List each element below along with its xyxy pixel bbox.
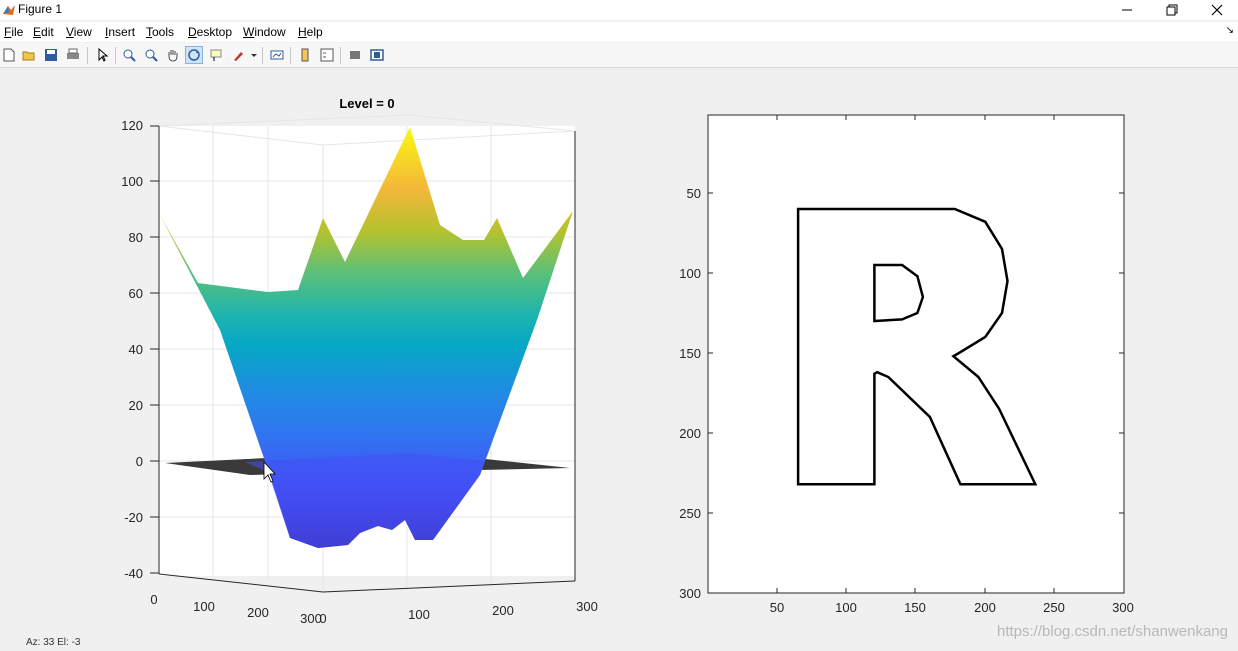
pan-button[interactable] xyxy=(164,46,182,64)
surface-plot-title: Level = 0 xyxy=(339,96,394,111)
contour-x-tick-label: 100 xyxy=(835,600,857,615)
new-figure-button[interactable] xyxy=(0,46,18,64)
toolbar-separator xyxy=(115,47,116,64)
contour-y-tick-label: 300 xyxy=(679,586,701,601)
close-icon xyxy=(1211,4,1223,16)
z-tick-label: 0 xyxy=(136,454,143,469)
watermark: https://blog.csdn.net/shanwenkang xyxy=(997,623,1228,640)
menu-bar: File Edit View Insert Tools Desktop Wind… xyxy=(0,22,1238,42)
y-tick-labels: 0 100 200 300 xyxy=(319,599,597,626)
contour-x-tick-label: 200 xyxy=(974,600,996,615)
title-bar: Figure 1 xyxy=(0,0,1238,20)
z-tick-label: 60 xyxy=(129,286,143,301)
y-tick-label: 300 xyxy=(576,599,598,614)
y-tick-label: 0 xyxy=(319,611,326,626)
z-tick-label: 100 xyxy=(121,174,143,189)
toolbar-separator xyxy=(262,47,263,64)
minimize-icon xyxy=(1122,9,1132,11)
print-icon xyxy=(67,48,79,59)
contour-y-tick-label: 250 xyxy=(679,506,701,521)
z-tick-label: 80 xyxy=(129,230,143,245)
z-tick-label: -20 xyxy=(124,510,143,525)
close-button[interactable] xyxy=(1194,0,1238,20)
save-icon xyxy=(45,49,57,61)
rotation-status: Az: 33 El: -3 xyxy=(26,637,81,648)
menu-desktop[interactable]: Desktop xyxy=(188,25,232,39)
data-cursor-button[interactable] xyxy=(207,46,225,64)
x-tick-label: 100 xyxy=(193,599,215,614)
rotate-3d-icon xyxy=(188,49,200,61)
contour-x-tick-label: 300 xyxy=(1112,600,1134,615)
x-tick-label: 200 xyxy=(247,605,269,620)
menu-window[interactable]: Window xyxy=(243,25,286,39)
contour-y-tick-label: 50 xyxy=(687,186,701,201)
show-plot-tools-icon xyxy=(370,49,384,61)
z-tick-label: -40 xyxy=(124,566,143,581)
menu-edit[interactable]: Edit xyxy=(33,25,54,39)
colorbar-icon xyxy=(301,48,309,62)
z-tick-labels: 120 100 80 60 40 20 0 -20 -40 xyxy=(121,118,143,581)
open-file-icon xyxy=(22,51,35,61)
z-tick-label: 40 xyxy=(129,342,143,357)
save-button[interactable] xyxy=(42,46,60,64)
link-plot-icon xyxy=(270,50,284,60)
zoom-in-button[interactable] xyxy=(120,46,138,64)
z-tick-label: 20 xyxy=(129,398,143,413)
legend-button[interactable] xyxy=(318,46,336,64)
show-plot-tools-button[interactable] xyxy=(368,46,386,64)
pan-hand-icon xyxy=(168,50,178,62)
contour-y-tick-label: 150 xyxy=(679,346,701,361)
toolbar-separator xyxy=(290,47,291,64)
contour-axes-box xyxy=(707,114,1125,594)
contour-x-tick-label: 150 xyxy=(904,600,926,615)
select-arrow-icon xyxy=(98,48,109,62)
surface-plot-axes[interactable]: 120 100 80 60 40 20 0 -20 -40 0 100 200 … xyxy=(121,96,598,626)
figure-toolbar xyxy=(0,43,1238,68)
zoom-out-icon xyxy=(145,49,158,62)
restore-button[interactable] xyxy=(1149,0,1195,20)
contour-x-tick-label: 50 xyxy=(770,600,784,615)
hide-plot-tools-icon xyxy=(350,51,360,59)
menu-file[interactable]: File xyxy=(4,25,23,39)
print-button[interactable] xyxy=(64,46,82,64)
contour-x-tick-labels: 50 100 150 200 250 300 xyxy=(770,600,1134,615)
brush-icon xyxy=(234,52,257,61)
rotate-3d-button[interactable] xyxy=(185,46,203,64)
menu-view[interactable]: View xyxy=(66,25,92,39)
restore-icon xyxy=(1166,4,1178,16)
y-tick-label: 100 xyxy=(408,607,430,622)
menu-help[interactable]: Help xyxy=(298,25,323,39)
contour-plot-axes[interactable]: 50 100 150 200 250 300 50 100 150 200 25… xyxy=(679,114,1134,615)
z-tick-label: 120 xyxy=(121,118,143,133)
menu-insert[interactable]: Insert xyxy=(105,25,135,39)
dock-arrow-icon[interactable]: ↘ xyxy=(1226,25,1234,36)
figure-canvas: 120 100 80 60 40 20 0 -20 -40 0 100 200 … xyxy=(0,69,1238,651)
zoom-in-icon xyxy=(123,49,136,62)
y-tick-label: 200 xyxy=(492,603,514,618)
x-tick-labels: 0 100 200 300 xyxy=(150,592,321,626)
contour-y-tick-label: 100 xyxy=(679,266,701,281)
link-plot-button[interactable] xyxy=(268,46,286,64)
minimize-button[interactable] xyxy=(1104,0,1150,20)
open-file-button[interactable] xyxy=(20,46,38,64)
hide-plot-tools-button[interactable] xyxy=(346,46,364,64)
contour-x-tick-label: 250 xyxy=(1043,600,1065,615)
toolbar-separator xyxy=(340,47,341,64)
new-figure-icon xyxy=(3,48,15,62)
data-cursor-icon xyxy=(210,49,222,61)
contour-y-tick-label: 200 xyxy=(679,426,701,441)
zoom-out-button[interactable] xyxy=(142,46,160,64)
x-tick-label: 0 xyxy=(150,592,157,607)
toolbar-separator xyxy=(87,47,88,64)
menu-tools[interactable]: Tools xyxy=(146,25,174,39)
window-title: Figure 1 xyxy=(18,2,63,16)
select-button[interactable] xyxy=(93,46,111,64)
legend-icon xyxy=(320,48,334,62)
matlab-logo-icon xyxy=(2,3,16,22)
contour-y-tick-labels: 50 100 150 200 250 300 xyxy=(679,186,701,601)
colorbar-button[interactable] xyxy=(296,46,314,64)
z-tick-marks xyxy=(150,125,159,574)
brush-button[interactable] xyxy=(231,46,259,64)
